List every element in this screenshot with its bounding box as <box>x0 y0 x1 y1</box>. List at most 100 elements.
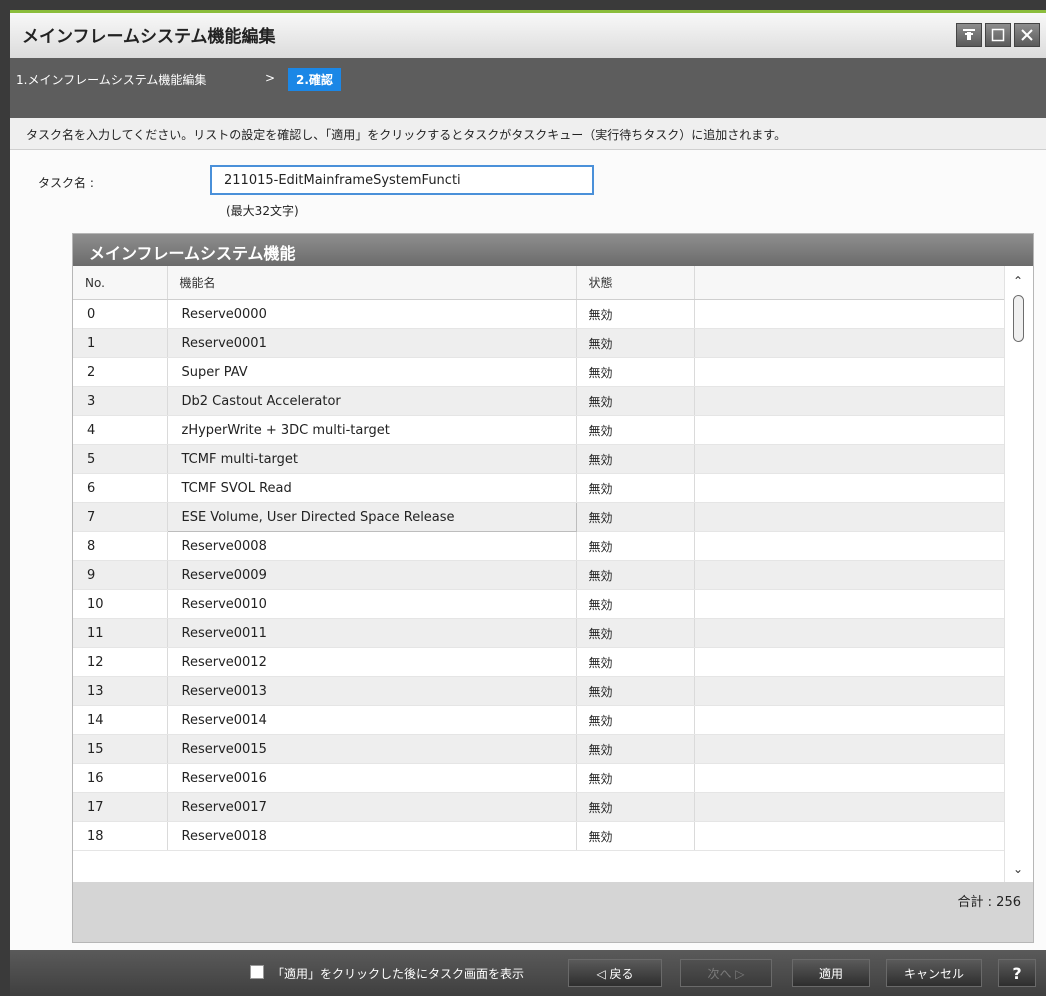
cell-no: 11 <box>73 618 168 648</box>
table-row[interactable]: 12 Reserve0012 無効 <box>73 647 1006 677</box>
cell-no: 7 <box>73 502 168 532</box>
cell-state: 無効 <box>576 473 695 503</box>
cell-blank <box>694 705 1006 735</box>
task-name-input[interactable] <box>210 165 594 195</box>
table-row[interactable]: 10 Reserve0010 無効 <box>73 589 1006 619</box>
cell-state: 無効 <box>576 705 695 735</box>
cell-name: Reserve0018 <box>167 821 577 851</box>
task-name-hint: (最大32文字) <box>226 204 299 218</box>
cell-state: 無効 <box>576 589 695 619</box>
table-row[interactable]: 2 Super PAV 無効 <box>73 357 1006 387</box>
cell-blank <box>694 502 1006 532</box>
cell-state: 無効 <box>576 763 695 793</box>
table-header-row: No. 機能名 状態 <box>73 266 1006 300</box>
vertical-scrollbar[interactable]: ⌃ ⌄ <box>1004 266 1033 882</box>
function-table: No. 機能名 状態 0 Reserve0000 無効 1 Reserve0001 無効 2… <box>73 266 1006 851</box>
cell-name: Reserve0014 <box>167 705 577 735</box>
column-header-state[interactable]: 状態 <box>576 266 695 300</box>
cell-state: 無効 <box>576 734 695 764</box>
cell-name: TCMF SVOL Read <box>167 473 577 503</box>
cell-no: 9 <box>73 560 168 590</box>
table-row[interactable]: 15 Reserve0015 無効 <box>73 734 1006 764</box>
cell-blank <box>694 589 1006 619</box>
table-row[interactable]: 0 Reserve0000 無効 <box>73 299 1006 329</box>
cell-state: 無効 <box>576 560 695 590</box>
cell-no: 17 <box>73 792 168 822</box>
cell-blank <box>694 676 1006 706</box>
cell-state: 無効 <box>576 502 695 532</box>
cell-blank <box>694 821 1006 851</box>
cell-name: Reserve0008 <box>167 531 577 561</box>
table-row[interactable]: 17 Reserve0017 無効 <box>73 792 1006 822</box>
show-task-checkbox-label[interactable]: 「適用」をクリックした後にタスク画面を表示 <box>272 965 524 982</box>
cell-name: TCMF multi-target <box>167 444 577 474</box>
show-task-checkbox[interactable] <box>250 965 264 979</box>
help-button[interactable]: ? <box>998 959 1036 987</box>
cell-name: Reserve0009 <box>167 560 577 590</box>
step-bar: 1.メインフレームシステム機能編集 > 2.確認 <box>10 58 1046 118</box>
step-2-current: 2.確認 <box>288 68 341 91</box>
cell-no: 0 <box>73 299 168 329</box>
table-row[interactable]: 5 TCMF multi-target 無効 <box>73 444 1006 474</box>
table-row[interactable]: 9 Reserve0009 無効 <box>73 560 1006 590</box>
cancel-button[interactable]: キャンセル <box>886 959 982 987</box>
column-header-no[interactable]: No. <box>73 266 168 300</box>
table-row[interactable]: 16 Reserve0016 無効 <box>73 763 1006 793</box>
table-row[interactable]: 18 Reserve0018 無効 <box>73 821 1006 851</box>
cell-state: 無効 <box>576 444 695 474</box>
back-button[interactable]: ◁ 戻る <box>568 959 662 987</box>
cell-blank <box>694 444 1006 474</box>
cell-state: 無効 <box>576 415 695 445</box>
table-row[interactable]: 3 Db2 Castout Accelerator 無効 <box>73 386 1006 416</box>
dialog: メインフレームシステム機能編集 1.メインフレームシステム機能編集 > 2.確認… <box>10 10 1046 996</box>
cell-no: 14 <box>73 705 168 735</box>
table-row[interactable]: 6 TCMF SVOL Read 無効 <box>73 473 1006 503</box>
table-row[interactable]: 14 Reserve0014 無効 <box>73 705 1006 735</box>
total-count: 合計 : 256 <box>957 895 1021 910</box>
cell-no: 5 <box>73 444 168 474</box>
cell-name: Reserve0017 <box>167 792 577 822</box>
scroll-thumb[interactable] <box>1013 295 1024 342</box>
cell-name: Db2 Castout Accelerator <box>167 386 577 416</box>
cell-name: Reserve0013 <box>167 676 577 706</box>
table-row[interactable]: 4 zHyperWrite + 3DC multi-target 無効 <box>73 415 1006 445</box>
cell-no: 3 <box>73 386 168 416</box>
title-bar[interactable]: メインフレームシステム機能編集 <box>10 10 1046 58</box>
table-row[interactable]: 13 Reserve0013 無効 <box>73 676 1006 706</box>
step-1-link[interactable]: 1.メインフレームシステム機能編集 <box>16 71 206 88</box>
cell-state: 無効 <box>576 299 695 329</box>
cell-name: ESE Volume, User Directed Space Release <box>166 502 577 532</box>
cell-blank <box>694 560 1006 590</box>
cell-name: Reserve0016 <box>167 763 577 793</box>
cell-state: 無効 <box>576 386 695 416</box>
window-controls <box>956 23 1040 47</box>
scroll-up-icon[interactable]: ⌃ <box>1013 274 1023 288</box>
panel-title: メインフレームシステム機能 <box>89 244 296 263</box>
table-row[interactable]: 11 Reserve0011 無効 <box>73 618 1006 648</box>
scroll-down-icon[interactable]: ⌄ <box>1013 862 1023 876</box>
cell-state: 無効 <box>576 618 695 648</box>
table-area: No. 機能名 状態 0 Reserve0000 無効 1 Reserve0001 無効 2… <box>73 266 1033 882</box>
cell-blank <box>694 792 1006 822</box>
close-icon[interactable] <box>1014 23 1040 47</box>
cell-name: Reserve0001 <box>167 328 577 358</box>
apply-button[interactable]: 適用 <box>792 959 870 987</box>
cell-no: 16 <box>73 763 168 793</box>
table-row[interactable]: 1 Reserve0001 無効 <box>73 328 1006 358</box>
cell-no: 6 <box>73 473 168 503</box>
column-header-name[interactable]: 機能名 <box>167 266 577 300</box>
cell-name: Reserve0010 <box>167 589 577 619</box>
cell-blank <box>694 357 1006 387</box>
cell-blank <box>694 734 1006 764</box>
maximize-icon[interactable] <box>985 23 1011 47</box>
cell-state: 無効 <box>576 647 695 677</box>
window-title: メインフレームシステム機能編集 <box>22 27 276 47</box>
cell-no: 4 <box>73 415 168 445</box>
cell-blank <box>694 299 1006 329</box>
cell-blank <box>694 473 1006 503</box>
next-button[interactable]: 次へ ▷ <box>680 959 772 987</box>
cell-blank <box>694 328 1006 358</box>
table-row[interactable]: 7 ESE Volume, User Directed Space Release… <box>73 502 1006 532</box>
pin-icon[interactable] <box>956 23 982 47</box>
table-row[interactable]: 8 Reserve0008 無効 <box>73 531 1006 561</box>
